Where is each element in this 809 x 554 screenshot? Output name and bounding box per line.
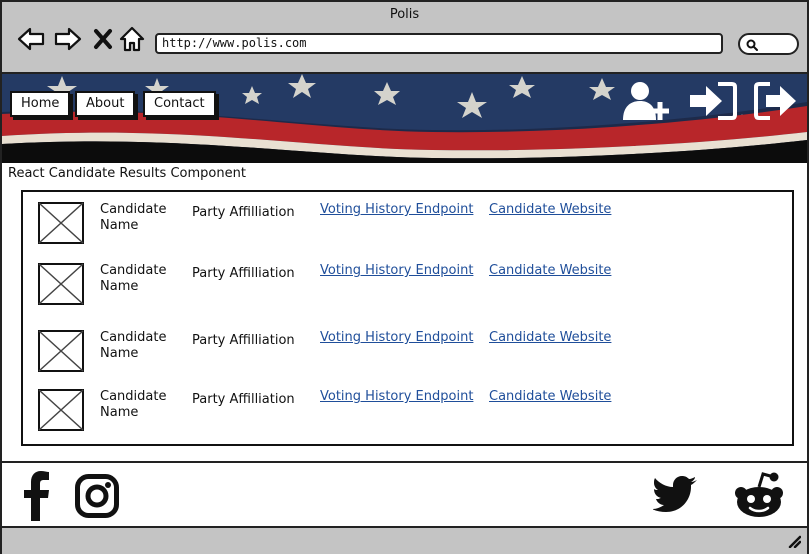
voting-history-link[interactable]: Voting History Endpoint: [320, 330, 473, 345]
candidate-row: Candidate Name Party Affilliation Voting…: [23, 389, 792, 435]
search-box[interactable]: [738, 33, 799, 55]
candidate-website-link[interactable]: Candidate Website: [489, 202, 611, 217]
instagram-icon[interactable]: [75, 474, 119, 518]
candidate-name: Candidate Name: [100, 389, 167, 420]
about-nav-button[interactable]: About: [75, 91, 136, 117]
footer: [2, 461, 807, 528]
browser-window: Polis http://www.polis.com Home About Co…: [0, 0, 809, 554]
image-placeholder-icon: [38, 330, 84, 372]
candidate-name: Candidate Name: [100, 330, 167, 361]
candidate-website-link[interactable]: Candidate Website: [489, 263, 611, 278]
party-affiliation: Party Affilliation: [192, 205, 295, 220]
candidate-row: Candidate Name Party Affilliation Voting…: [23, 202, 792, 248]
candidate-name: Candidate Name: [100, 263, 167, 294]
resize-grip-icon[interactable]: [787, 534, 801, 548]
close-icon[interactable]: [88, 24, 118, 54]
window-title: Polis: [389, 7, 420, 22]
party-affiliation: Party Affilliation: [192, 333, 295, 348]
home-icon[interactable]: [117, 24, 147, 54]
add-user-icon[interactable]: [622, 80, 672, 124]
forward-arrow-icon[interactable]: [53, 24, 83, 54]
image-placeholder-icon: [38, 202, 84, 244]
sign-in-icon[interactable]: [688, 80, 738, 124]
browser-toolbar: Polis http://www.polis.com: [2, 2, 807, 74]
twitter-icon[interactable]: [653, 476, 697, 512]
image-placeholder-icon: [38, 263, 84, 305]
sign-out-icon[interactable]: [752, 80, 802, 124]
flag-banner: Home About Contact: [2, 74, 807, 163]
facebook-icon[interactable]: [20, 471, 54, 521]
section-title: React Candidate Results Component: [8, 166, 246, 181]
status-bar: [2, 528, 807, 554]
home-nav-button[interactable]: Home: [10, 91, 71, 117]
candidate-row: Candidate Name Party Affilliation Voting…: [23, 330, 792, 376]
candidate-results: Candidate Name Party Affilliation Voting…: [21, 190, 794, 446]
candidate-website-link[interactable]: Candidate Website: [489, 330, 611, 345]
party-affiliation: Party Affilliation: [192, 266, 295, 281]
candidate-website-link[interactable]: Candidate Website: [489, 389, 611, 404]
reddit-icon[interactable]: [733, 471, 785, 519]
back-arrow-icon[interactable]: [16, 24, 46, 54]
voting-history-link[interactable]: Voting History Endpoint: [320, 263, 473, 278]
candidate-row: Candidate Name Party Affilliation Voting…: [23, 263, 792, 309]
contact-nav-button[interactable]: Contact: [143, 91, 216, 117]
voting-history-link[interactable]: Voting History Endpoint: [320, 389, 473, 404]
main-content: React Candidate Results Component Candid…: [2, 163, 807, 461]
candidate-name: Candidate Name: [100, 202, 167, 233]
voting-history-link[interactable]: Voting History Endpoint: [320, 202, 473, 217]
address-bar[interactable]: http://www.polis.com: [155, 33, 723, 54]
search-icon: [746, 39, 758, 51]
party-affiliation: Party Affilliation: [192, 392, 295, 407]
image-placeholder-icon: [38, 389, 84, 431]
flag-background: [2, 74, 807, 163]
